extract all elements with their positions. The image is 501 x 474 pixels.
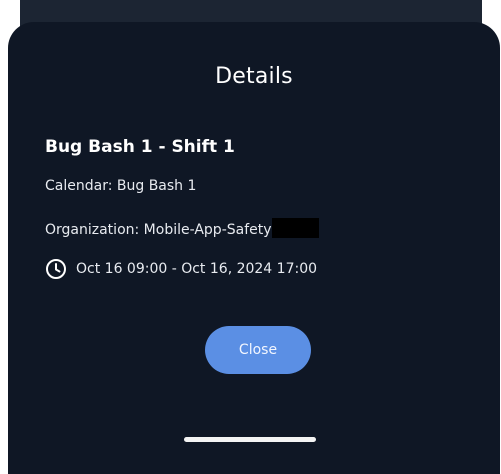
home-indicator <box>184 437 316 442</box>
time-range-text: Oct 16 09:00 - Oct 16, 2024 17:00 <box>76 261 318 277</box>
details-sheet: Details Bug Bash 1 - Shift 1 Calendar: B… <box>8 22 500 474</box>
event-name: Bug Bash 1 - Shift 1 <box>45 137 235 157</box>
redaction-block <box>271 218 319 238</box>
calendar-line: Calendar: Bug Bash 1 <box>45 178 197 194</box>
organization-text: Organization: Mobile-App-Safety <box>45 222 272 238</box>
time-row: Oct 16 09:00 - Oct 16, 2024 17:00 <box>45 258 317 280</box>
screen: Details Bug Bash 1 - Shift 1 Calendar: B… <box>0 0 501 474</box>
close-button[interactable]: Close <box>205 326 311 374</box>
dialog-title: Details <box>215 64 293 89</box>
organization-line: Organization: Mobile-App-Safety <box>45 218 319 240</box>
clock-icon <box>45 258 67 280</box>
